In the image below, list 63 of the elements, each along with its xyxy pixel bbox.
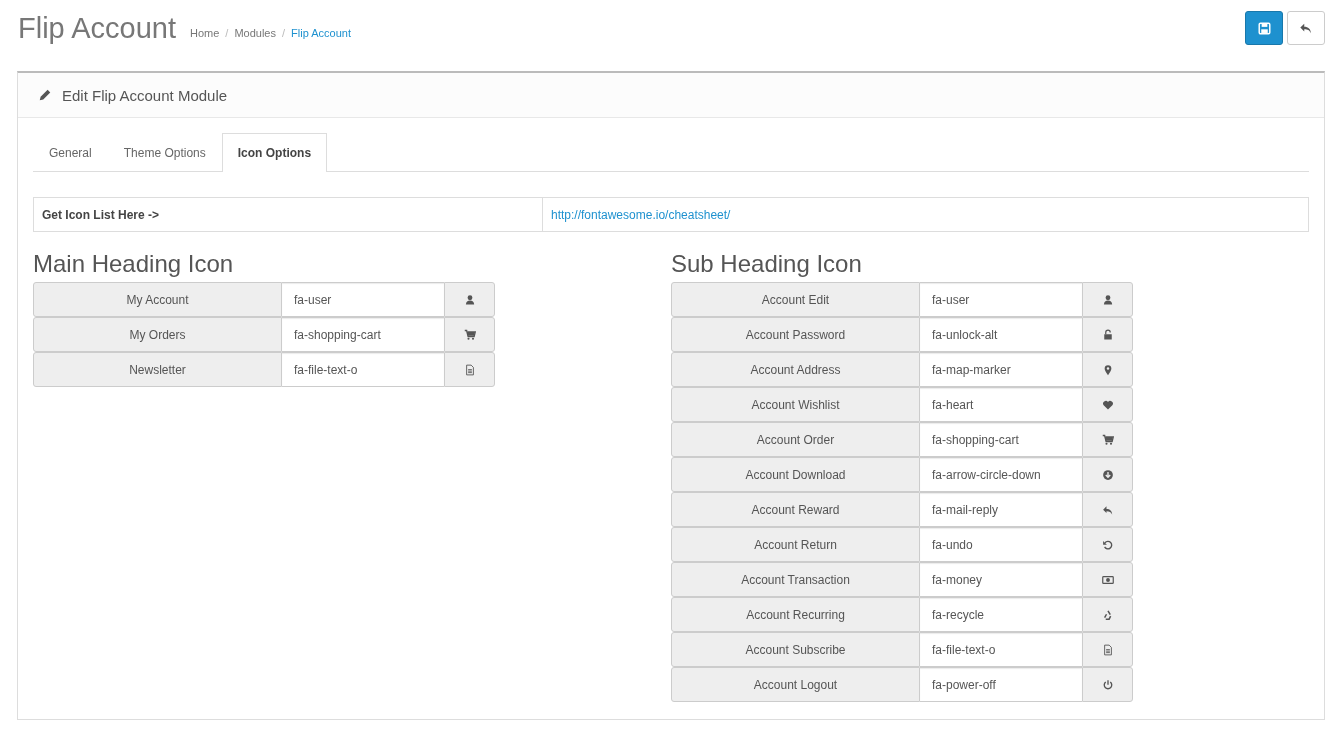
field-label: Account Return <box>671 527 920 562</box>
text-field[interactable]: fa-shopping-cart <box>920 422 1082 457</box>
text-field[interactable]: fa-undo <box>920 527 1082 562</box>
field-label: Account Reward <box>671 492 920 527</box>
text-field[interactable]: fa-power-off <box>920 667 1082 702</box>
save-button[interactable] <box>1245 11 1283 45</box>
section-heading: Sub Heading Icon <box>671 250 863 278</box>
text-field[interactable]: fa-user <box>920 282 1082 317</box>
text-field[interactable]: fa-user <box>282 282 444 317</box>
heart-icon <box>1101 398 1114 411</box>
text-field[interactable]: fa-file-text-o <box>920 632 1082 667</box>
breadcrumb-separator: / <box>225 27 229 39</box>
recycle-icon <box>1101 608 1114 621</box>
field-label: Account Download <box>671 457 920 492</box>
padlock-icon <box>1101 328 1114 341</box>
power-icon <box>1101 678 1114 691</box>
breadcrumb-link[interactable]: Flip Account <box>291 27 351 39</box>
document-icon <box>463 363 476 376</box>
field-label: Account Recurring <box>671 597 920 632</box>
cheatsheet-link[interactable]: http://fontawesome.io/cheatsheet/ <box>543 198 731 231</box>
text-field[interactable]: fa-unlock-alt <box>920 317 1082 352</box>
banknote-icon <box>1101 573 1114 586</box>
field-label: Account Order <box>671 422 920 457</box>
cart-icon <box>463 328 476 341</box>
tab[interactable]: Icon Options <box>221 133 328 172</box>
arrow-circle-icon <box>1101 468 1114 481</box>
breadcrumb-link[interactable]: Home <box>190 27 220 39</box>
cart-icon <box>1101 433 1114 446</box>
text-field[interactable]: fa-mail-reply <box>920 492 1082 527</box>
back-button[interactable] <box>1287 11 1325 45</box>
document-icon <box>1101 643 1114 656</box>
panel-title: Edit Flip Account Module <box>62 86 228 104</box>
section-heading: Main Heading Icon <box>33 250 235 278</box>
text-field[interactable]: fa-arrow-circle-down <box>920 457 1082 492</box>
field-label: Account Password <box>671 317 920 352</box>
page-title: Flip Account <box>18 11 176 45</box>
pencil-icon <box>38 88 52 102</box>
field-label: Account Edit <box>671 282 920 317</box>
user-icon <box>1101 293 1114 306</box>
field-label: Newsletter <box>33 352 282 387</box>
tab[interactable]: General <box>33 133 108 171</box>
save-icon <box>1257 21 1271 35</box>
reply-arrow-icon <box>1299 21 1313 35</box>
field-label: Account Subscribe <box>671 632 920 667</box>
table-cell: Get Icon List Here -> <box>34 198 543 231</box>
undo-icon <box>1101 538 1114 551</box>
field-label: Account Address <box>671 352 920 387</box>
breadcrumb-link[interactable]: Modules <box>234 27 276 39</box>
tab[interactable]: Theme Options <box>107 133 222 171</box>
text-field[interactable]: fa-money <box>920 562 1082 597</box>
field-label: My Orders <box>33 317 282 352</box>
text-field[interactable]: fa-file-text-o <box>282 352 444 387</box>
field-label: Account Logout <box>671 667 920 702</box>
field-label: Account Wishlist <box>671 387 920 422</box>
user-icon <box>463 293 476 306</box>
reply-arrow-icon <box>1101 503 1114 516</box>
text-field[interactable]: fa-map-marker <box>920 352 1082 387</box>
field-label: My Account <box>33 282 282 317</box>
text-field[interactable]: fa-recycle <box>920 597 1082 632</box>
text-field[interactable]: fa-shopping-cart <box>282 317 444 352</box>
breadcrumb-separator: / <box>281 27 286 39</box>
text-field[interactable]: fa-heart <box>920 387 1082 422</box>
field-label: Account Transaction <box>671 562 920 597</box>
